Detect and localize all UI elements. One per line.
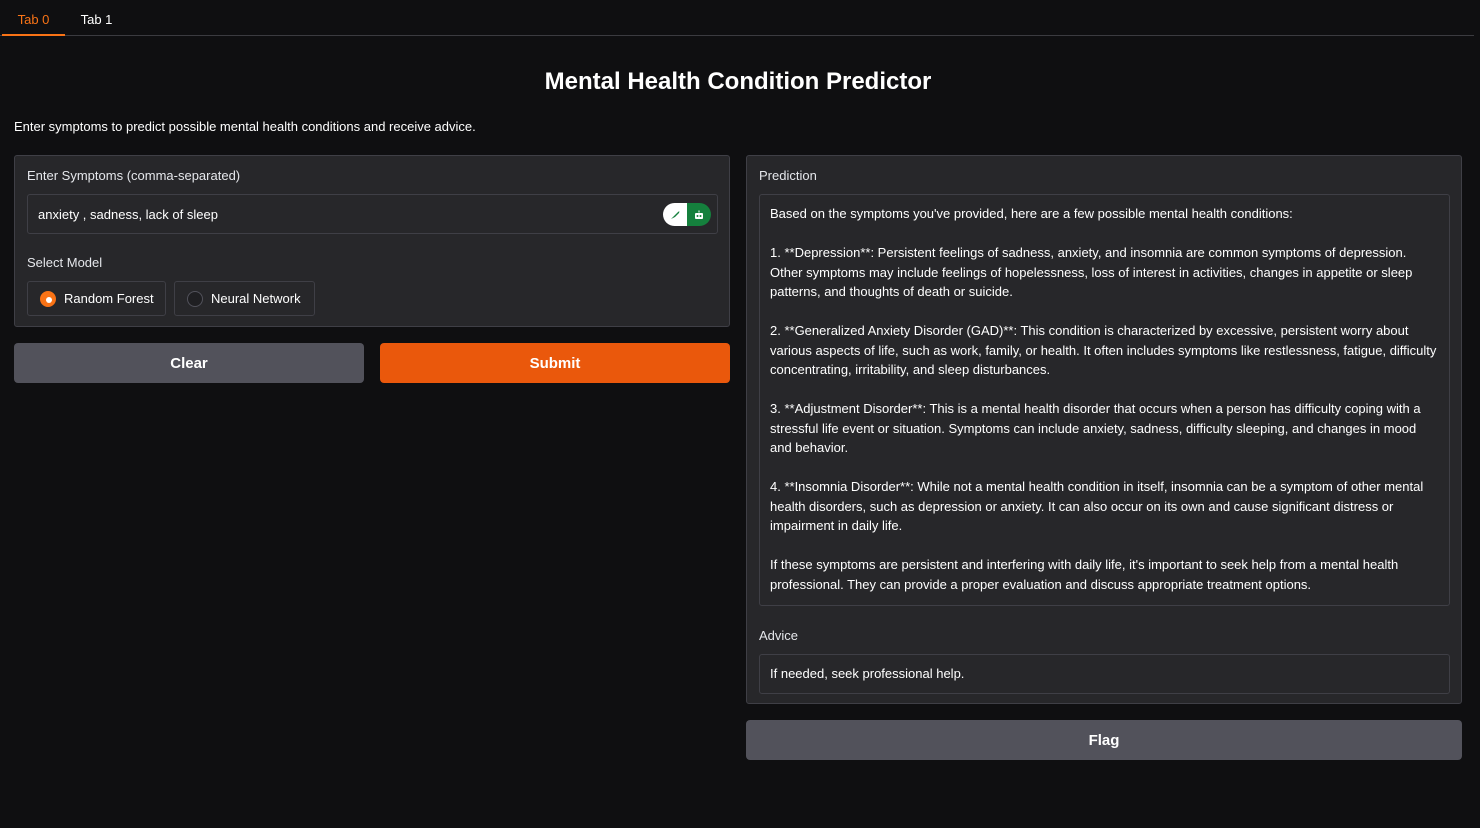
input-panel: Enter Symptoms (comma-separated) Select … (14, 155, 730, 327)
prediction-paragraph: 4. **Insomnia Disorder**: While not a me… (770, 479, 1424, 533)
flag-button[interactable]: Flag (746, 720, 1462, 760)
prediction-output[interactable]: Based on the symptoms you've provided, h… (759, 194, 1450, 606)
page-title: Mental Health Condition Predictor (544, 68, 932, 95)
feather-icon[interactable] (663, 203, 687, 226)
prediction-paragraph: Based on the symptoms you've provided, h… (770, 206, 1293, 221)
prediction-paragraph: 2. **Generalized Anxiety Disorder (GAD)*… (770, 323, 1437, 377)
prediction-paragraph: If these symptoms are persistent and int… (770, 557, 1399, 592)
tab-bar: Tab 0 Tab 1 (0, 0, 1474, 36)
radio-label-neural-network: Neural Network (211, 291, 301, 306)
radio-random-forest[interactable]: Random Forest (27, 281, 166, 316)
robot-icon[interactable] (687, 203, 711, 226)
tab-0[interactable]: Tab 0 (2, 0, 65, 36)
submit-button[interactable]: Submit (380, 343, 730, 383)
advice-output[interactable]: If needed, seek professional help. (759, 654, 1450, 694)
radio-neural-network[interactable]: Neural Network (174, 281, 315, 316)
clear-button[interactable]: Clear (14, 343, 364, 383)
symptoms-input[interactable] (38, 195, 648, 233)
advice-label: Advice (759, 628, 799, 643)
extension-widget[interactable] (663, 203, 711, 226)
page-description: Enter symptoms to predict possible menta… (14, 119, 476, 134)
output-panel: Prediction Based on the symptoms you've … (746, 155, 1462, 704)
radio-dot[interactable] (187, 290, 203, 307)
symptoms-field (27, 194, 718, 234)
radio-label-random-forest: Random Forest (64, 291, 154, 306)
prediction-paragraph: 1. **Depression**: Persistent feelings o… (770, 245, 1413, 299)
radio-dot-selected[interactable] (40, 290, 56, 307)
tab-1[interactable]: Tab 1 (65, 0, 128, 36)
prediction-label: Prediction (759, 168, 817, 183)
prediction-paragraph: 3. **Adjustment Disorder**: This is a me… (770, 401, 1421, 455)
model-label: Select Model (27, 255, 103, 270)
symptoms-label: Enter Symptoms (comma-separated) (27, 168, 241, 183)
